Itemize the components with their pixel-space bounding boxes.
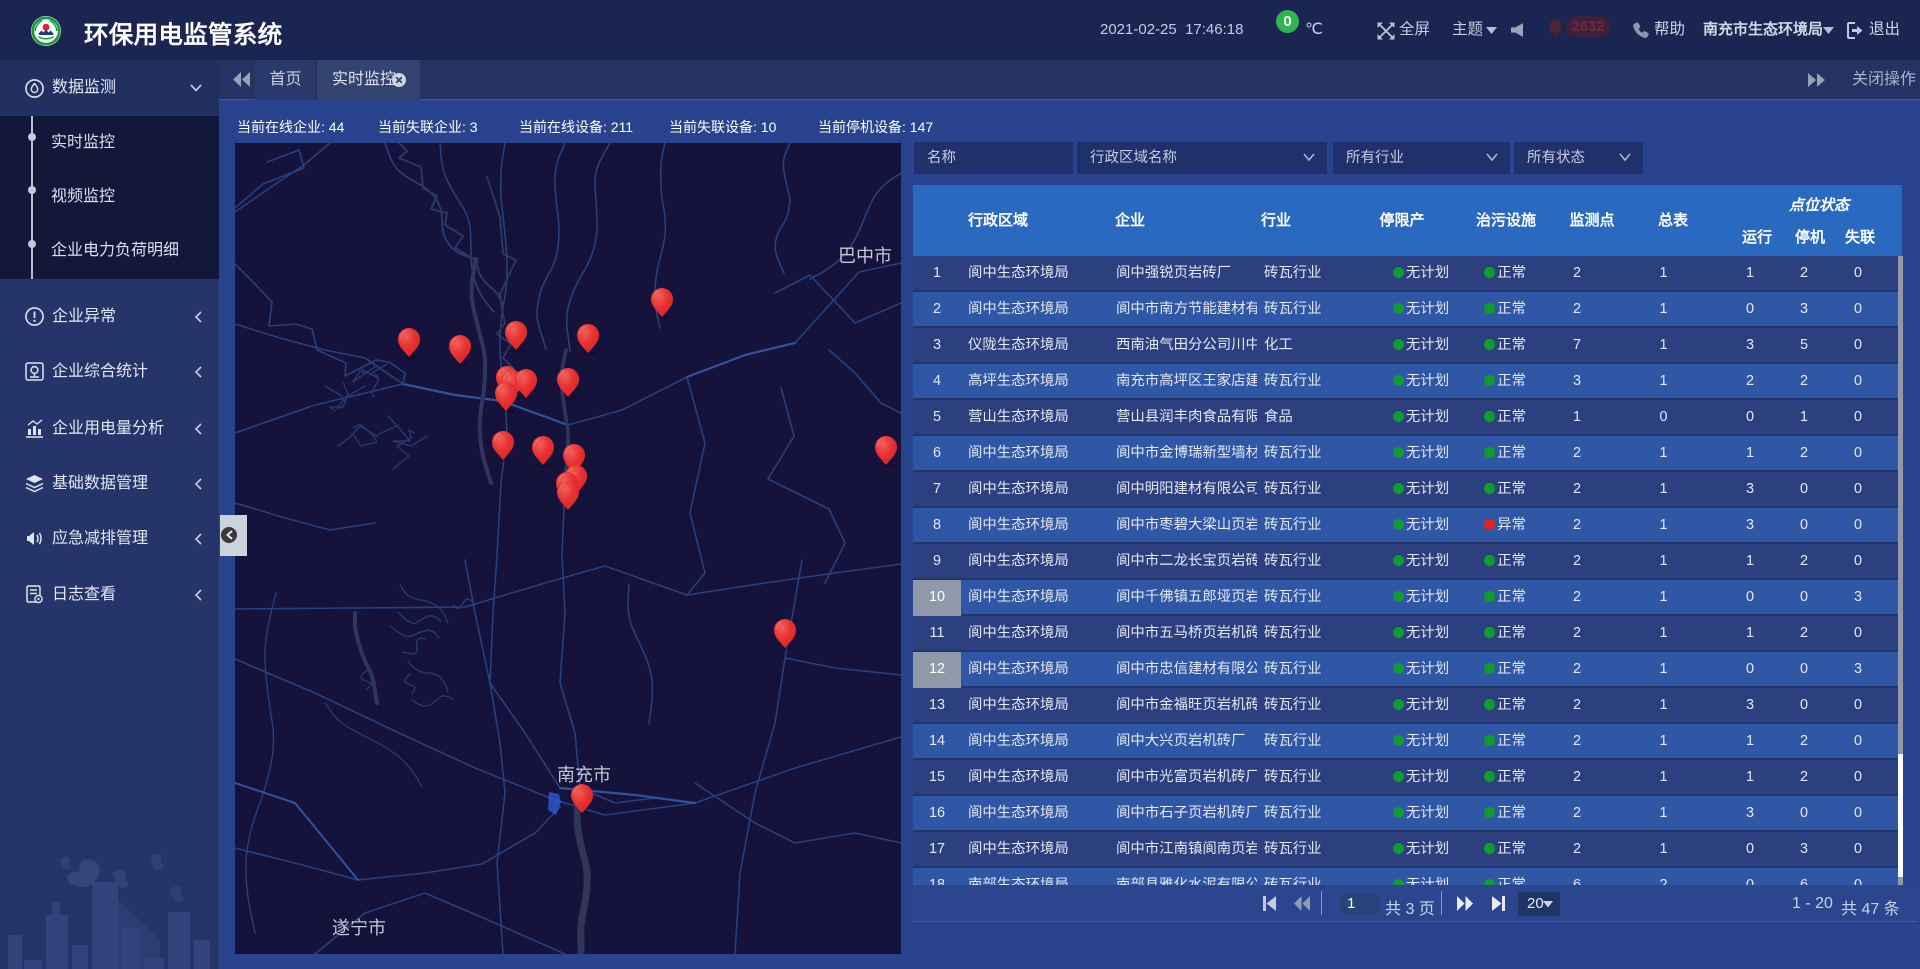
svg-text:巴中市: 巴中市 xyxy=(838,246,892,266)
svg-text:南充市: 南充市 xyxy=(557,765,611,785)
svg-text:遂宁市: 遂宁市 xyxy=(332,918,386,938)
